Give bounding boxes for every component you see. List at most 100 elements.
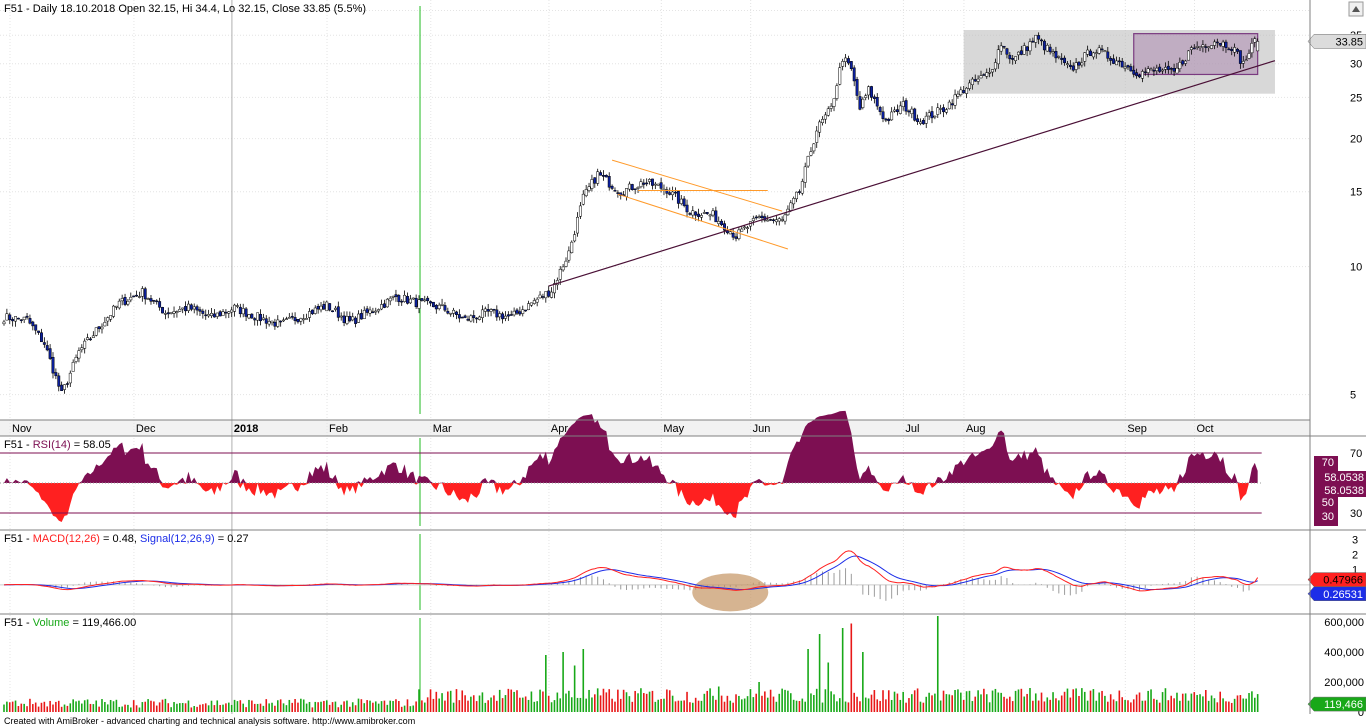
candle-body — [746, 227, 750, 229]
candle-body — [97, 326, 101, 330]
candle-body — [795, 191, 798, 200]
candle-body — [1212, 41, 1216, 46]
candle-body — [365, 308, 369, 313]
candle-body — [357, 313, 360, 323]
candle-body — [682, 198, 686, 206]
candle-body — [172, 311, 176, 314]
candle-body — [397, 295, 401, 303]
candle-body — [161, 307, 164, 314]
candle-body — [478, 316, 481, 320]
candle-body — [1008, 54, 1012, 60]
candle-body — [276, 319, 280, 327]
footer-credit: Created with AmiBroker - advanced charti… — [4, 716, 416, 726]
candle-body — [740, 228, 744, 232]
candle-body — [936, 107, 940, 115]
candle-body — [916, 118, 920, 122]
price-tick-label: 5 — [1350, 390, 1356, 402]
candle-body — [1135, 72, 1139, 77]
scroll-up-button[interactable] — [1348, 1, 1364, 17]
volume-panel[interactable] — [0, 614, 1310, 714]
candle-body — [1025, 46, 1029, 51]
candle-body — [694, 211, 698, 216]
candle-body — [567, 250, 571, 261]
candle-body — [247, 314, 251, 319]
candle-body — [988, 72, 992, 74]
candle-body — [573, 234, 577, 242]
candle-body — [895, 109, 899, 113]
candle-body — [720, 220, 724, 226]
candle-body — [826, 108, 830, 116]
candle-body — [1189, 47, 1193, 50]
candle-body — [207, 314, 211, 317]
stock-chart[interactable]: 510152025303540NovDec2018FebMarAprMayJun… — [0, 0, 1366, 728]
candle-body — [400, 300, 404, 303]
candle-body — [887, 118, 891, 122]
candle-body — [633, 188, 637, 191]
volume-tick-label: 400,000 — [1324, 647, 1364, 659]
candle-body — [198, 309, 202, 312]
candle-body — [558, 268, 562, 280]
candle-body — [259, 313, 262, 322]
candle-body — [1215, 41, 1219, 44]
candle-body — [109, 315, 113, 320]
candle-body — [192, 306, 196, 310]
candle-body — [815, 130, 819, 143]
candle-body — [711, 210, 715, 216]
volume-last-badge-text: 119,466 — [1324, 699, 1363, 711]
candle-body — [777, 218, 781, 222]
candle-body — [319, 305, 323, 311]
rsi-badge-level: 70 — [1322, 457, 1334, 469]
candle-body — [965, 87, 969, 94]
candle-body — [933, 115, 937, 118]
candle-body — [308, 311, 311, 318]
candle-body — [867, 86, 871, 96]
candle-body — [1155, 67, 1159, 71]
signal-title-value: = 0.27 — [215, 533, 249, 545]
candle-body — [238, 306, 242, 315]
candle-body — [509, 314, 513, 316]
candle-body — [420, 298, 424, 301]
candle-body — [1031, 40, 1035, 43]
candle-body — [218, 311, 222, 317]
last-close-badge-text: 33.85 — [1335, 36, 1363, 48]
candle-body — [1089, 50, 1092, 56]
candle-body — [1106, 51, 1110, 59]
candle-body — [547, 290, 551, 297]
candle-body — [890, 111, 894, 121]
candle-body — [852, 67, 856, 82]
price-axis-panel — [1310, 0, 1366, 714]
candle-body — [901, 101, 905, 107]
candle-body — [440, 304, 444, 306]
candle-body — [1100, 48, 1104, 51]
candle-body — [731, 233, 735, 238]
candle-body — [155, 300, 159, 303]
rsi-badge-level: 50 — [1322, 497, 1334, 509]
candle-body — [123, 297, 127, 305]
candle-body — [968, 82, 971, 89]
candle-body — [328, 303, 332, 311]
candle-body — [610, 185, 614, 189]
candle-body — [1244, 59, 1248, 62]
candle-body — [959, 89, 963, 96]
candle-body — [564, 260, 568, 267]
candle-body — [702, 212, 706, 214]
candle-body — [783, 214, 787, 222]
macd-title-symbol: F51 - — [4, 533, 33, 545]
candle-body — [94, 327, 98, 336]
candle-body — [224, 311, 228, 314]
candle-body — [1250, 42, 1254, 54]
candle-body — [1112, 58, 1116, 64]
candle-body — [659, 182, 663, 189]
candle-body — [766, 219, 770, 222]
candle-body — [362, 310, 366, 320]
candle-body — [697, 213, 701, 217]
candle-body — [927, 112, 931, 117]
candle-body — [832, 98, 836, 107]
candle-body — [524, 309, 528, 312]
candle-body — [630, 184, 634, 191]
candle-body — [757, 216, 761, 218]
candle-body — [189, 304, 193, 310]
rsi-tick-label: 70 — [1350, 448, 1362, 460]
candle-body — [152, 300, 156, 302]
rsi-title-label: RSI(14) — [33, 439, 71, 451]
